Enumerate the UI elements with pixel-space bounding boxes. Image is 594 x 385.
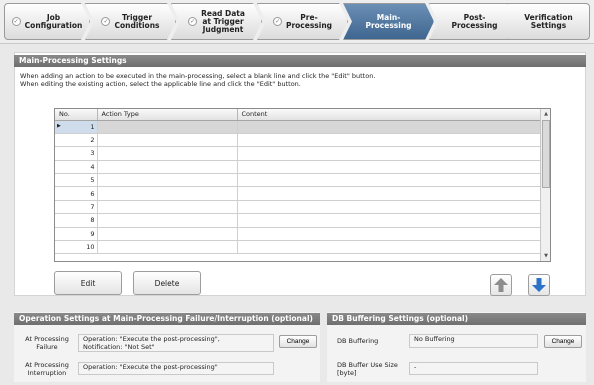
cell-action-type [97,146,238,161]
interruption-label: At Processing Interruption [25,361,69,377]
cell-action-type [97,240,238,255]
step-trigger-conditions[interactable]: ✓ Trigger Conditions [85,3,176,40]
step-label: Read Data at Trigger Judgment [201,8,245,34]
cell-action-type [97,133,238,148]
row-number: 2 [55,133,98,148]
cell-action-type [97,160,238,175]
db-buffering-label: DB Buffering [337,337,379,345]
step-label: Main- Processing [365,12,412,30]
step-read-data-trigger[interactable]: ✓ Read Data at Trigger Judgment [171,3,262,40]
row-number: 3 [55,146,98,161]
failure-value: Operation: "Execute the post-processing"… [78,334,274,352]
cell-content [237,240,541,255]
row-number: 7 [55,200,98,215]
check-icon: ✓ [272,17,282,26]
table-row[interactable]: ▶ 1 [55,120,541,134]
db-buffering-change-button[interactable]: Change [544,335,582,348]
arrow-down-icon [532,278,546,292]
table-row[interactable]: 9 [55,227,541,242]
cell-content [237,186,541,201]
cell-action-type [97,186,238,201]
move-down-button[interactable] [528,274,550,296]
table-row[interactable]: 7 [55,200,541,215]
step-label: Trigger Conditions [114,12,160,30]
table-row[interactable]: 6 [55,186,541,201]
failure-label: At Processing Failure [25,335,69,351]
row-number: 4 [55,160,98,175]
scroll-up-icon[interactable]: ▲ [541,109,550,119]
grid-header-row: No. Action Type Content [55,109,541,121]
row-number: 6 [55,186,98,201]
wizard-steps: ✓ Job Configuration ✓ Trigger Conditions… [0,0,594,44]
step-pre-processing[interactable]: ✓ Pre- Processing [257,3,348,40]
arrow-up-icon [494,278,508,292]
main-processing-title: Main-Processing Settings [14,55,586,67]
row-number: 5 [55,173,98,188]
edit-button[interactable]: Edit [54,271,122,295]
step-verification-settings[interactable]: Verification Settings [507,3,590,40]
table-row[interactable]: 10 [55,240,541,255]
cell-action-type [97,173,238,188]
column-header-action-type[interactable]: Action Type [97,109,238,121]
row-pointer-icon: ▶ [57,122,61,129]
action-grid[interactable]: No. Action Type Content ▶ 1 2 3 4 5 6 7 8… [54,108,551,262]
cell-content [237,146,541,161]
step-label: Pre- Processing [285,12,333,30]
move-up-button[interactable] [490,274,512,296]
row-number: 8 [55,213,98,228]
cell-content [237,213,541,228]
db-buffer-use-size-value: - [409,362,538,375]
step-label: Verification Settings [524,12,573,30]
failure-change-button[interactable]: Change [279,335,317,348]
scroll-thumb[interactable] [542,120,550,188]
db-buffer-use-size-label: DB Buffer Use Size [byte] [337,361,398,377]
cell-action-type [97,120,238,134]
table-row[interactable]: 3 [55,146,541,161]
cell-action-type [97,200,238,215]
cell-content [237,200,541,215]
main-processing-description: When adding an action to be executed in … [20,72,376,88]
row-number: ▶ 1 [55,120,98,134]
scroll-down-icon[interactable]: ▼ [541,251,550,261]
row-number: 10 [55,240,98,255]
cell-action-type [97,213,238,228]
grid-scrollbar[interactable]: ▲ ▼ [540,109,550,261]
interruption-value: Operation: "Execute the post-processing" [78,362,274,375]
step-label: Job Configuration [24,12,83,30]
cell-content [237,173,541,188]
column-header-no[interactable]: No. [55,109,98,121]
step-main-processing[interactable]: Main- Processing [343,3,434,40]
table-row[interactable]: 5 [55,173,541,188]
column-header-content[interactable]: Content [237,109,541,121]
cell-action-type [97,227,238,242]
check-icon: ✓ [188,17,198,26]
delete-button[interactable]: Delete [133,271,201,295]
cell-content [237,160,541,175]
step-job-configuration[interactable]: ✓ Job Configuration [4,3,90,40]
check-icon: ✓ [11,17,21,26]
cell-content [237,120,541,134]
table-row[interactable]: 8 [55,213,541,228]
cell-content [237,133,541,148]
failure-settings-title: Operation Settings at Main-Processing Fa… [14,313,320,325]
cell-content [237,227,541,242]
table-row[interactable]: 4 [55,160,541,175]
step-label: Post- Processing [451,12,498,30]
table-row[interactable]: 2 [55,133,541,148]
db-buffering-title: DB Buffering Settings (optional) [327,313,586,325]
db-buffering-value: No Buffering [409,334,538,348]
row-number: 9 [55,227,98,242]
